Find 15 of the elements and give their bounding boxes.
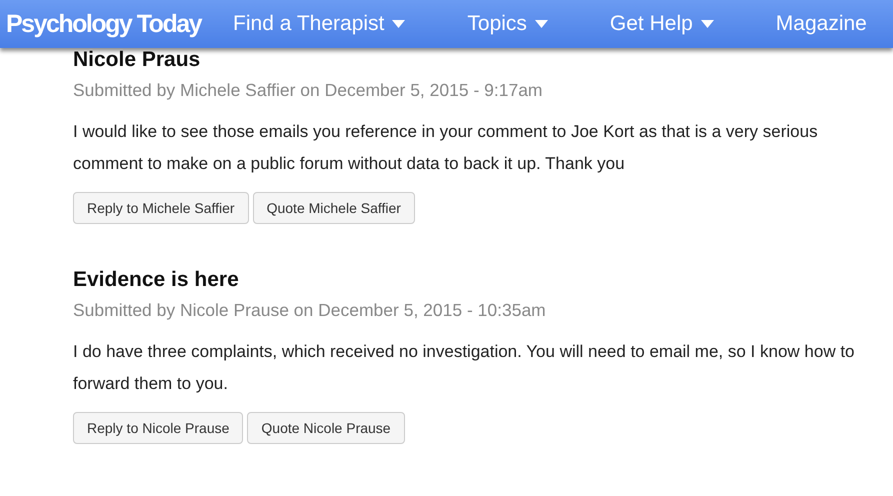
comment-text: I would like to see those emails you reference in your comment to Joe Kort as that is a very serious comment to make on a public forum without data to back it up. Thank you — [73, 121, 819, 175]
submitted-line: Submitted by Nicole Prause on December 5, 2015 - 10:35am — [73, 300, 547, 320]
quote-button[interactable]: Quote Michele Saffier — [252, 192, 415, 224]
comment-text: I do have three complaints, which received no investigation. You will need to email me, so I know how to forward them to you. — [73, 341, 856, 395]
nav-item[interactable]: Magazine — [776, 12, 867, 36]
quote-button[interactable]: Quote Nicole Prause — [247, 412, 405, 444]
comment-title: Nicole Praus — [73, 49, 200, 71]
reply-button[interactable]: Reply to Michele Saffier — [73, 192, 249, 224]
nav-item[interactable]: Find a Therapist — [233, 12, 406, 36]
logo[interactable]: Psychology Today — [6, 9, 202, 39]
submitted-line: Submitted by Michele Saffier on December 5, 2015 - 9:17am — [73, 80, 544, 100]
nav-item[interactable]: Get Help — [610, 12, 714, 36]
nav-item[interactable]: Topics — [467, 12, 548, 36]
comment-title: Evidence is here — [73, 269, 239, 291]
reply-button[interactable]: Reply to Nicole Prause — [73, 412, 244, 444]
